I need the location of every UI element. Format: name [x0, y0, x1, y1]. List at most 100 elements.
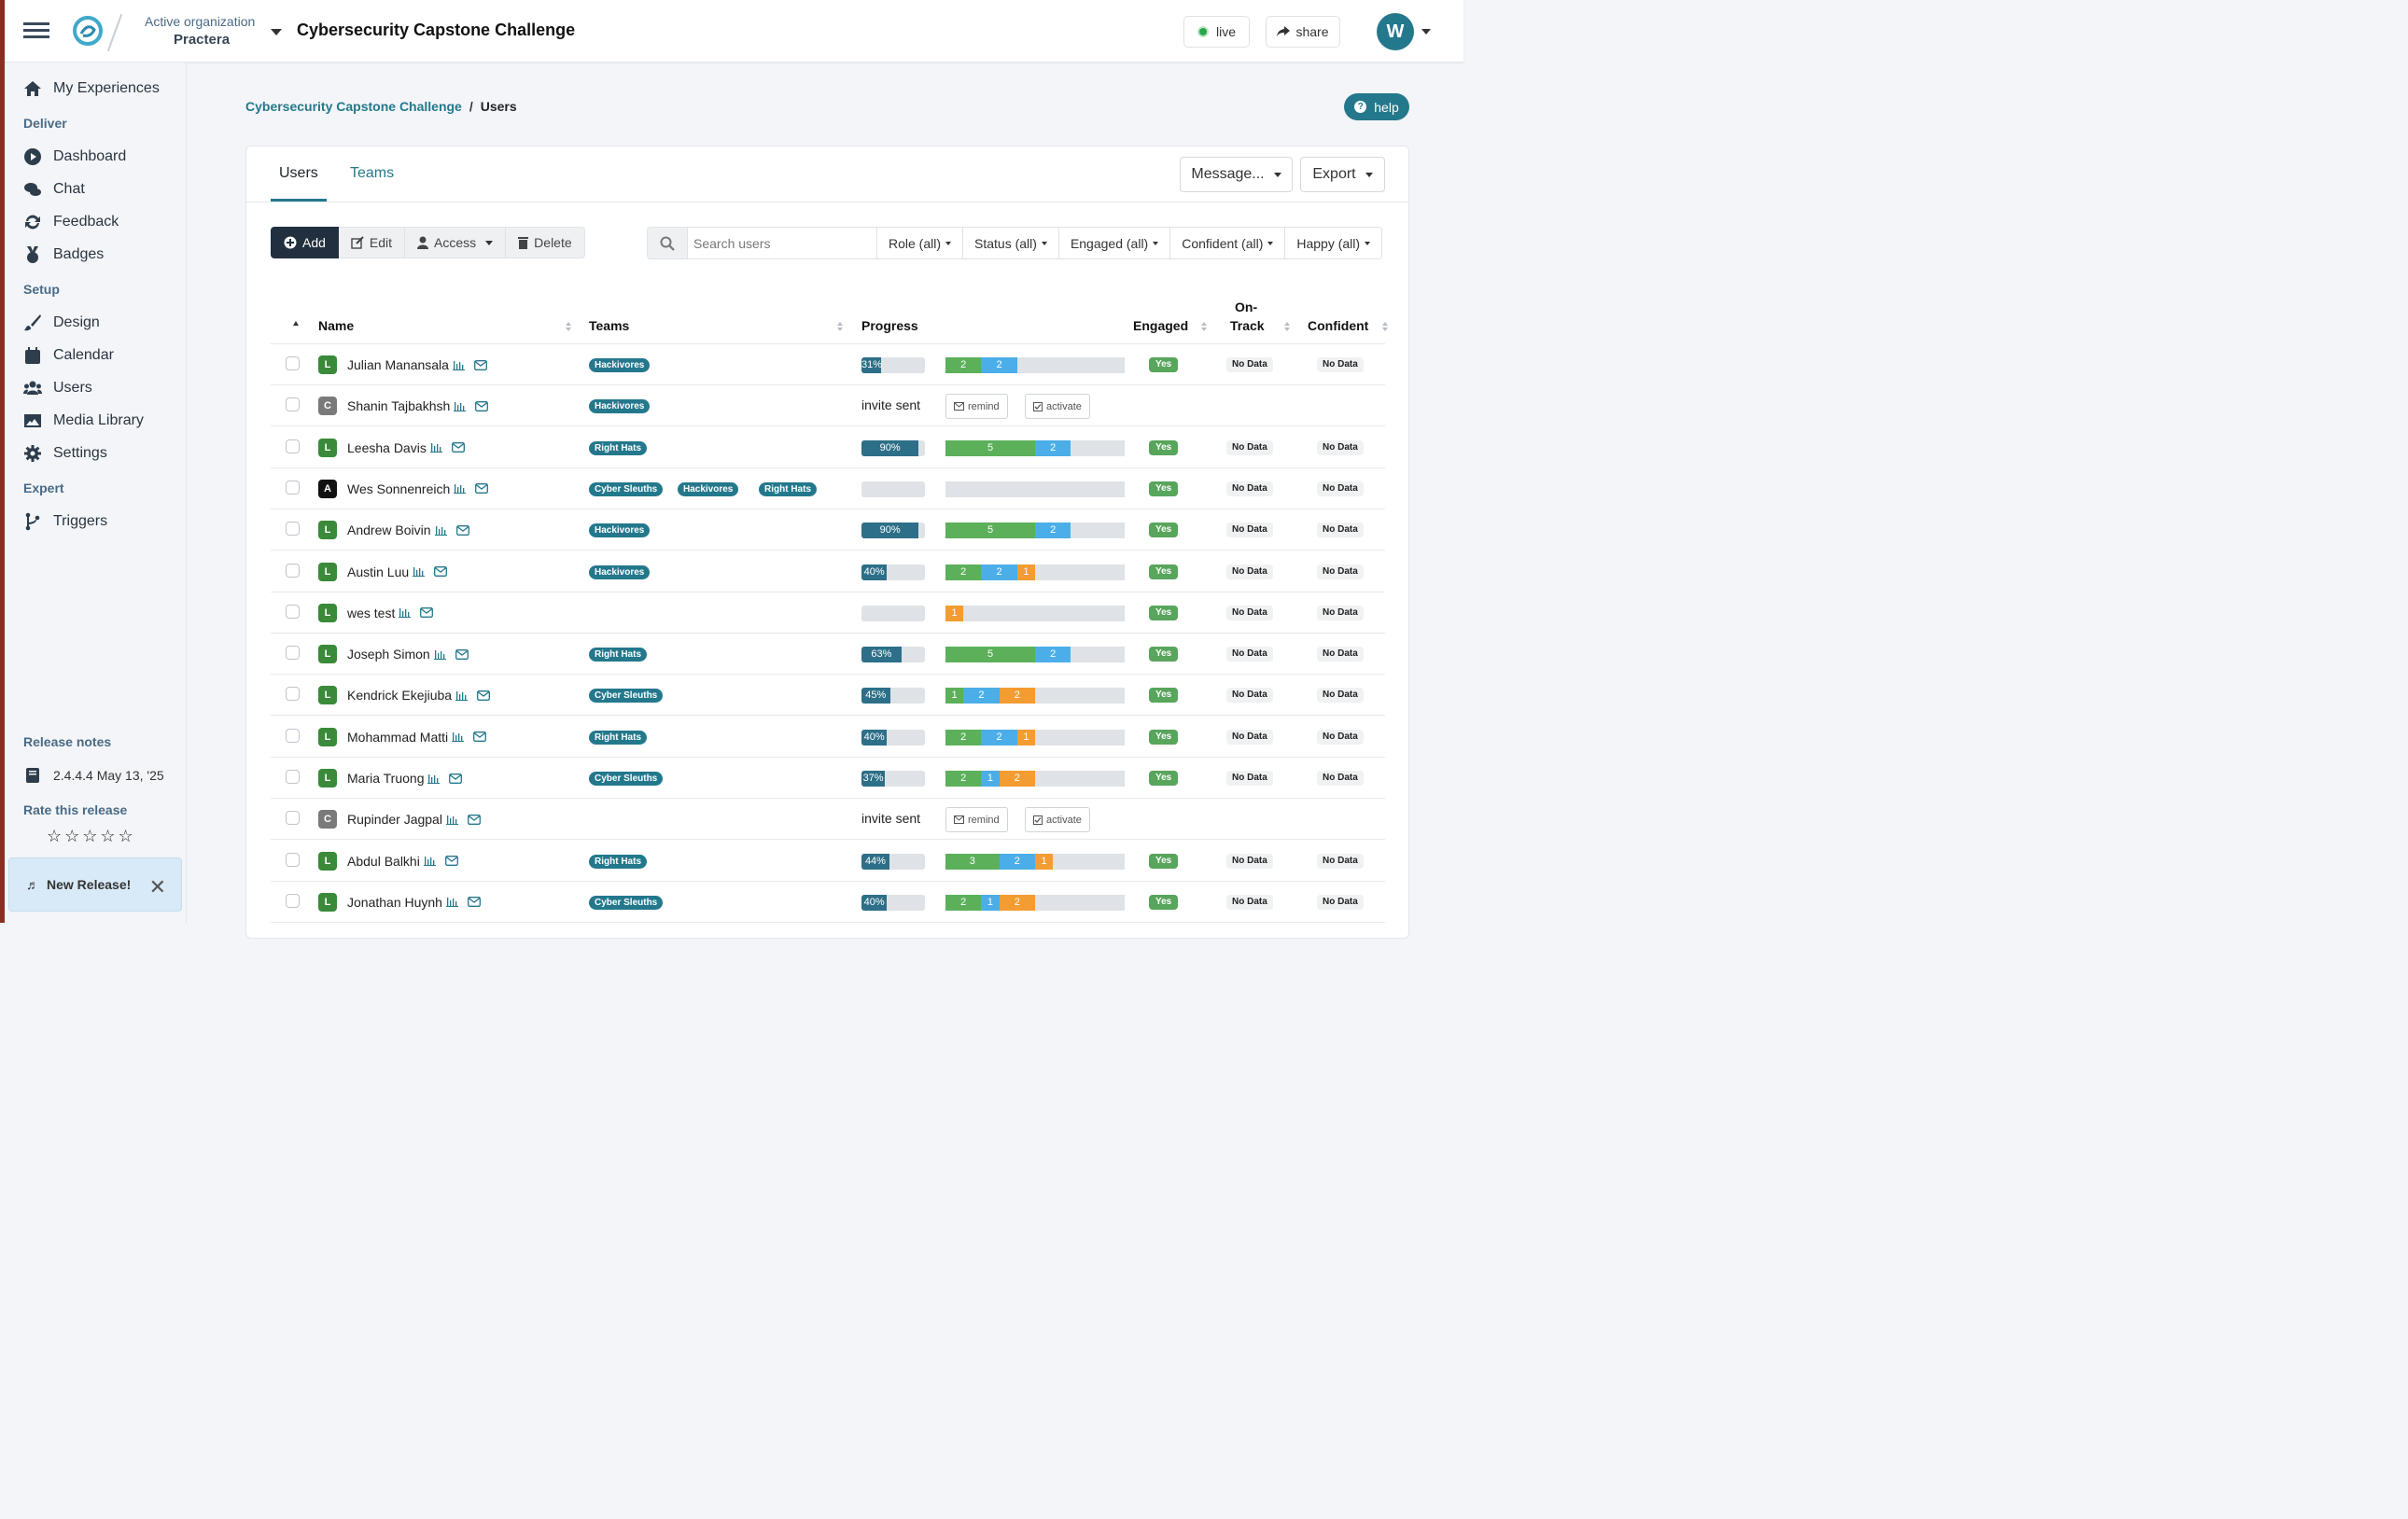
team-badge[interactable]: Cyber Sleuths	[589, 689, 664, 704]
stats-chart-icon[interactable]	[452, 360, 465, 370]
envelope-icon[interactable]	[449, 773, 463, 784]
user-name-cell[interactable]: Maria Truong	[347, 771, 463, 786]
stats-chart-icon[interactable]	[429, 442, 442, 453]
row-select-checkbox[interactable]	[286, 728, 300, 743]
sort-icon[interactable]	[566, 322, 571, 331]
tab-users[interactable]: Users	[271, 165, 327, 202]
sidebar-item-badges[interactable]: Badges	[23, 244, 104, 266]
remind-button[interactable]: remind	[945, 394, 1008, 420]
envelope-icon[interactable]	[475, 483, 489, 495]
team-badge[interactable]: Cyber Sleuths	[589, 772, 664, 786]
status-filter[interactable]: Status (all)	[962, 228, 1058, 258]
row-select-checkbox[interactable]	[286, 811, 300, 826]
activate-button[interactable]: activate	[1025, 394, 1090, 420]
engaged-filter[interactable]: Engaged (all)	[1057, 228, 1170, 258]
user-name[interactable]: Maria Truong	[347, 771, 424, 786]
sidebar-item-triggers[interactable]: Triggers	[23, 510, 107, 533]
row-select-checkbox[interactable]	[286, 687, 300, 702]
user-name-cell[interactable]: Rupinder Jagpal	[347, 812, 481, 827]
team-badge[interactable]: Right Hats	[589, 854, 647, 869]
row-select-checkbox[interactable]	[286, 770, 300, 784]
sort-icon[interactable]	[1201, 322, 1207, 331]
user-name-cell[interactable]: wes test	[347, 606, 434, 620]
user-avatar[interactable]: W	[1377, 13, 1414, 50]
user-name-cell[interactable]: Julian Manansala	[347, 357, 487, 372]
column-header-engaged[interactable]: Engaged	[1133, 318, 1188, 333]
row-select-checkbox[interactable]	[286, 356, 300, 370]
stats-chart-icon[interactable]	[433, 649, 446, 660]
sidebar-item-design[interactable]: Design	[23, 312, 100, 334]
row-select-checkbox[interactable]	[286, 604, 300, 619]
user-name[interactable]: Andrew Boivin	[347, 523, 431, 537]
remind-button[interactable]: remind	[945, 807, 1008, 833]
user-menu-caret-icon[interactable]	[1421, 29, 1431, 35]
sort-icon[interactable]	[1382, 322, 1388, 331]
edit-user-button[interactable]: Edit	[338, 227, 406, 258]
sidebar-item-users[interactable]: Users	[23, 377, 92, 399]
sort-asc-icon[interactable]	[293, 321, 299, 326]
stats-chart-icon[interactable]	[399, 607, 412, 619]
search-input[interactable]	[688, 228, 876, 258]
envelope-icon[interactable]	[468, 814, 481, 825]
row-select-checkbox[interactable]	[286, 439, 300, 453]
stats-chart-icon[interactable]	[413, 566, 426, 577]
sidebar-item-chat[interactable]: Chat	[23, 178, 85, 201]
sidebar-item-feedback[interactable]: Feedback	[23, 211, 119, 233]
user-name[interactable]: wes test	[347, 606, 395, 620]
sidebar-item-media-library[interactable]: Media Library	[23, 410, 144, 432]
user-name-cell[interactable]: Abdul Balkhi	[347, 854, 458, 869]
envelope-icon[interactable]	[451, 442, 465, 453]
confident-filter[interactable]: Confident (all)	[1169, 228, 1285, 258]
column-header-confident[interactable]: Confident	[1308, 318, 1368, 333]
user-name[interactable]: Abdul Balkhi	[347, 854, 420, 869]
user-name-cell[interactable]: Joseph Simon	[347, 647, 469, 662]
sidebar-item-dashboard[interactable]: Dashboard	[23, 146, 126, 168]
envelope-icon[interactable]	[420, 607, 434, 619]
user-name[interactable]: Shanin Tajbakhsh	[347, 398, 450, 413]
envelope-icon[interactable]	[434, 566, 448, 577]
envelope-icon[interactable]	[474, 359, 487, 370]
row-select-checkbox[interactable]	[286, 563, 300, 578]
sort-icon[interactable]	[837, 322, 843, 331]
user-name[interactable]: Kendrick Ekejiuba	[347, 688, 452, 703]
team-badge[interactable]: Hackivores	[678, 481, 739, 496]
user-name-cell[interactable]: Austin Luu	[347, 564, 448, 579]
user-name-cell[interactable]: Shanin Tajbakhsh	[347, 398, 489, 413]
add-user-button[interactable]: Add	[271, 227, 339, 258]
column-header-name[interactable]: Name	[318, 318, 354, 333]
row-select-checkbox[interactable]	[286, 852, 300, 867]
envelope-icon[interactable]	[455, 648, 469, 660]
team-badge[interactable]: Cyber Sleuths	[589, 895, 664, 910]
access-dropdown-button[interactable]: Access	[405, 227, 507, 258]
team-badge[interactable]: Right Hats	[589, 440, 647, 455]
tab-teams[interactable]: Teams	[350, 165, 394, 182]
user-name[interactable]: Wes Sonnenreich	[347, 481, 450, 496]
team-badge[interactable]: Hackivores	[589, 523, 651, 538]
envelope-icon[interactable]	[473, 732, 487, 743]
user-name-cell[interactable]: Wes Sonnenreich	[347, 481, 489, 496]
hamburger-menu-icon[interactable]	[23, 22, 49, 38]
stats-chart-icon[interactable]	[455, 690, 469, 701]
sidebar-item-settings[interactable]: Settings	[23, 442, 107, 465]
breadcrumb-parent-link[interactable]: Cybersecurity Capstone Challenge	[245, 99, 462, 114]
user-name[interactable]: Mohammad Matti	[347, 730, 448, 745]
stats-chart-icon[interactable]	[454, 483, 467, 495]
envelope-icon[interactable]	[475, 400, 489, 411]
user-name-cell[interactable]: Mohammad Matti	[347, 730, 487, 745]
release-version[interactable]: 2.4.4.4 May 13, '25	[25, 767, 164, 784]
stats-chart-icon[interactable]	[454, 401, 467, 411]
row-select-checkbox[interactable]	[286, 397, 300, 412]
delete-user-button[interactable]: Delete	[506, 227, 585, 258]
rating-stars[interactable]: ☆☆☆☆☆	[47, 827, 136, 846]
close-icon[interactable]: ✕	[149, 875, 166, 899]
share-button[interactable]: share	[1266, 16, 1340, 48]
stats-chart-icon[interactable]	[445, 815, 458, 825]
happy-filter[interactable]: Happy (all)	[1284, 228, 1382, 258]
row-select-checkbox[interactable]	[286, 893, 300, 908]
sidebar-item-my-experiences[interactable]: My Experiences	[23, 77, 160, 100]
team-badge[interactable]: Right Hats	[589, 730, 647, 745]
sidebar-item-calendar[interactable]: Calendar	[23, 344, 114, 367]
team-badge[interactable]: Hackivores	[589, 358, 651, 372]
user-name[interactable]: Leesha Davis	[347, 440, 427, 455]
user-name-cell[interactable]: Jonathan Huynh	[347, 895, 481, 910]
